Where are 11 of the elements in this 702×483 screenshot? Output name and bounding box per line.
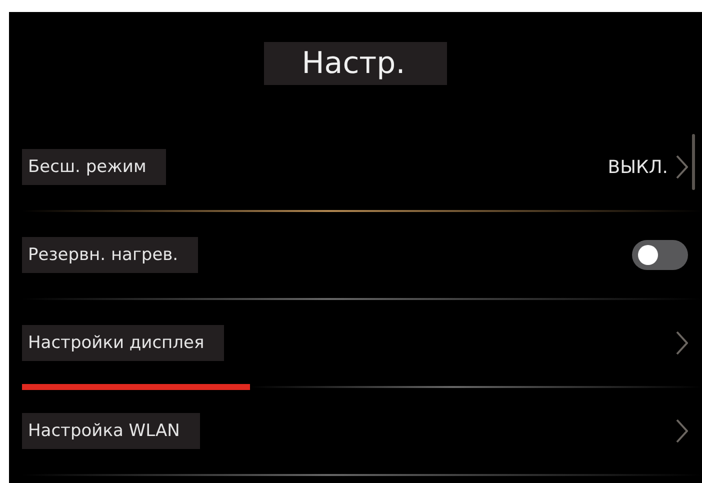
setting-label: Бесш. режим xyxy=(22,149,166,185)
toggle-switch[interactable] xyxy=(632,240,688,270)
scrollbar xyxy=(692,134,695,190)
setting-label: Резервн. нагрев. xyxy=(22,237,198,273)
setting-label: Настройка WLAN xyxy=(22,413,200,449)
chevron-icon[interactable] xyxy=(676,419,688,443)
setting-value: ВЫКЛ. xyxy=(608,156,668,178)
chevron-icon[interactable] xyxy=(676,155,688,179)
chevron-icon[interactable] xyxy=(676,331,688,355)
screen-title: Настр. xyxy=(264,42,448,85)
setting-label: Настройки дисплея xyxy=(22,325,224,361)
